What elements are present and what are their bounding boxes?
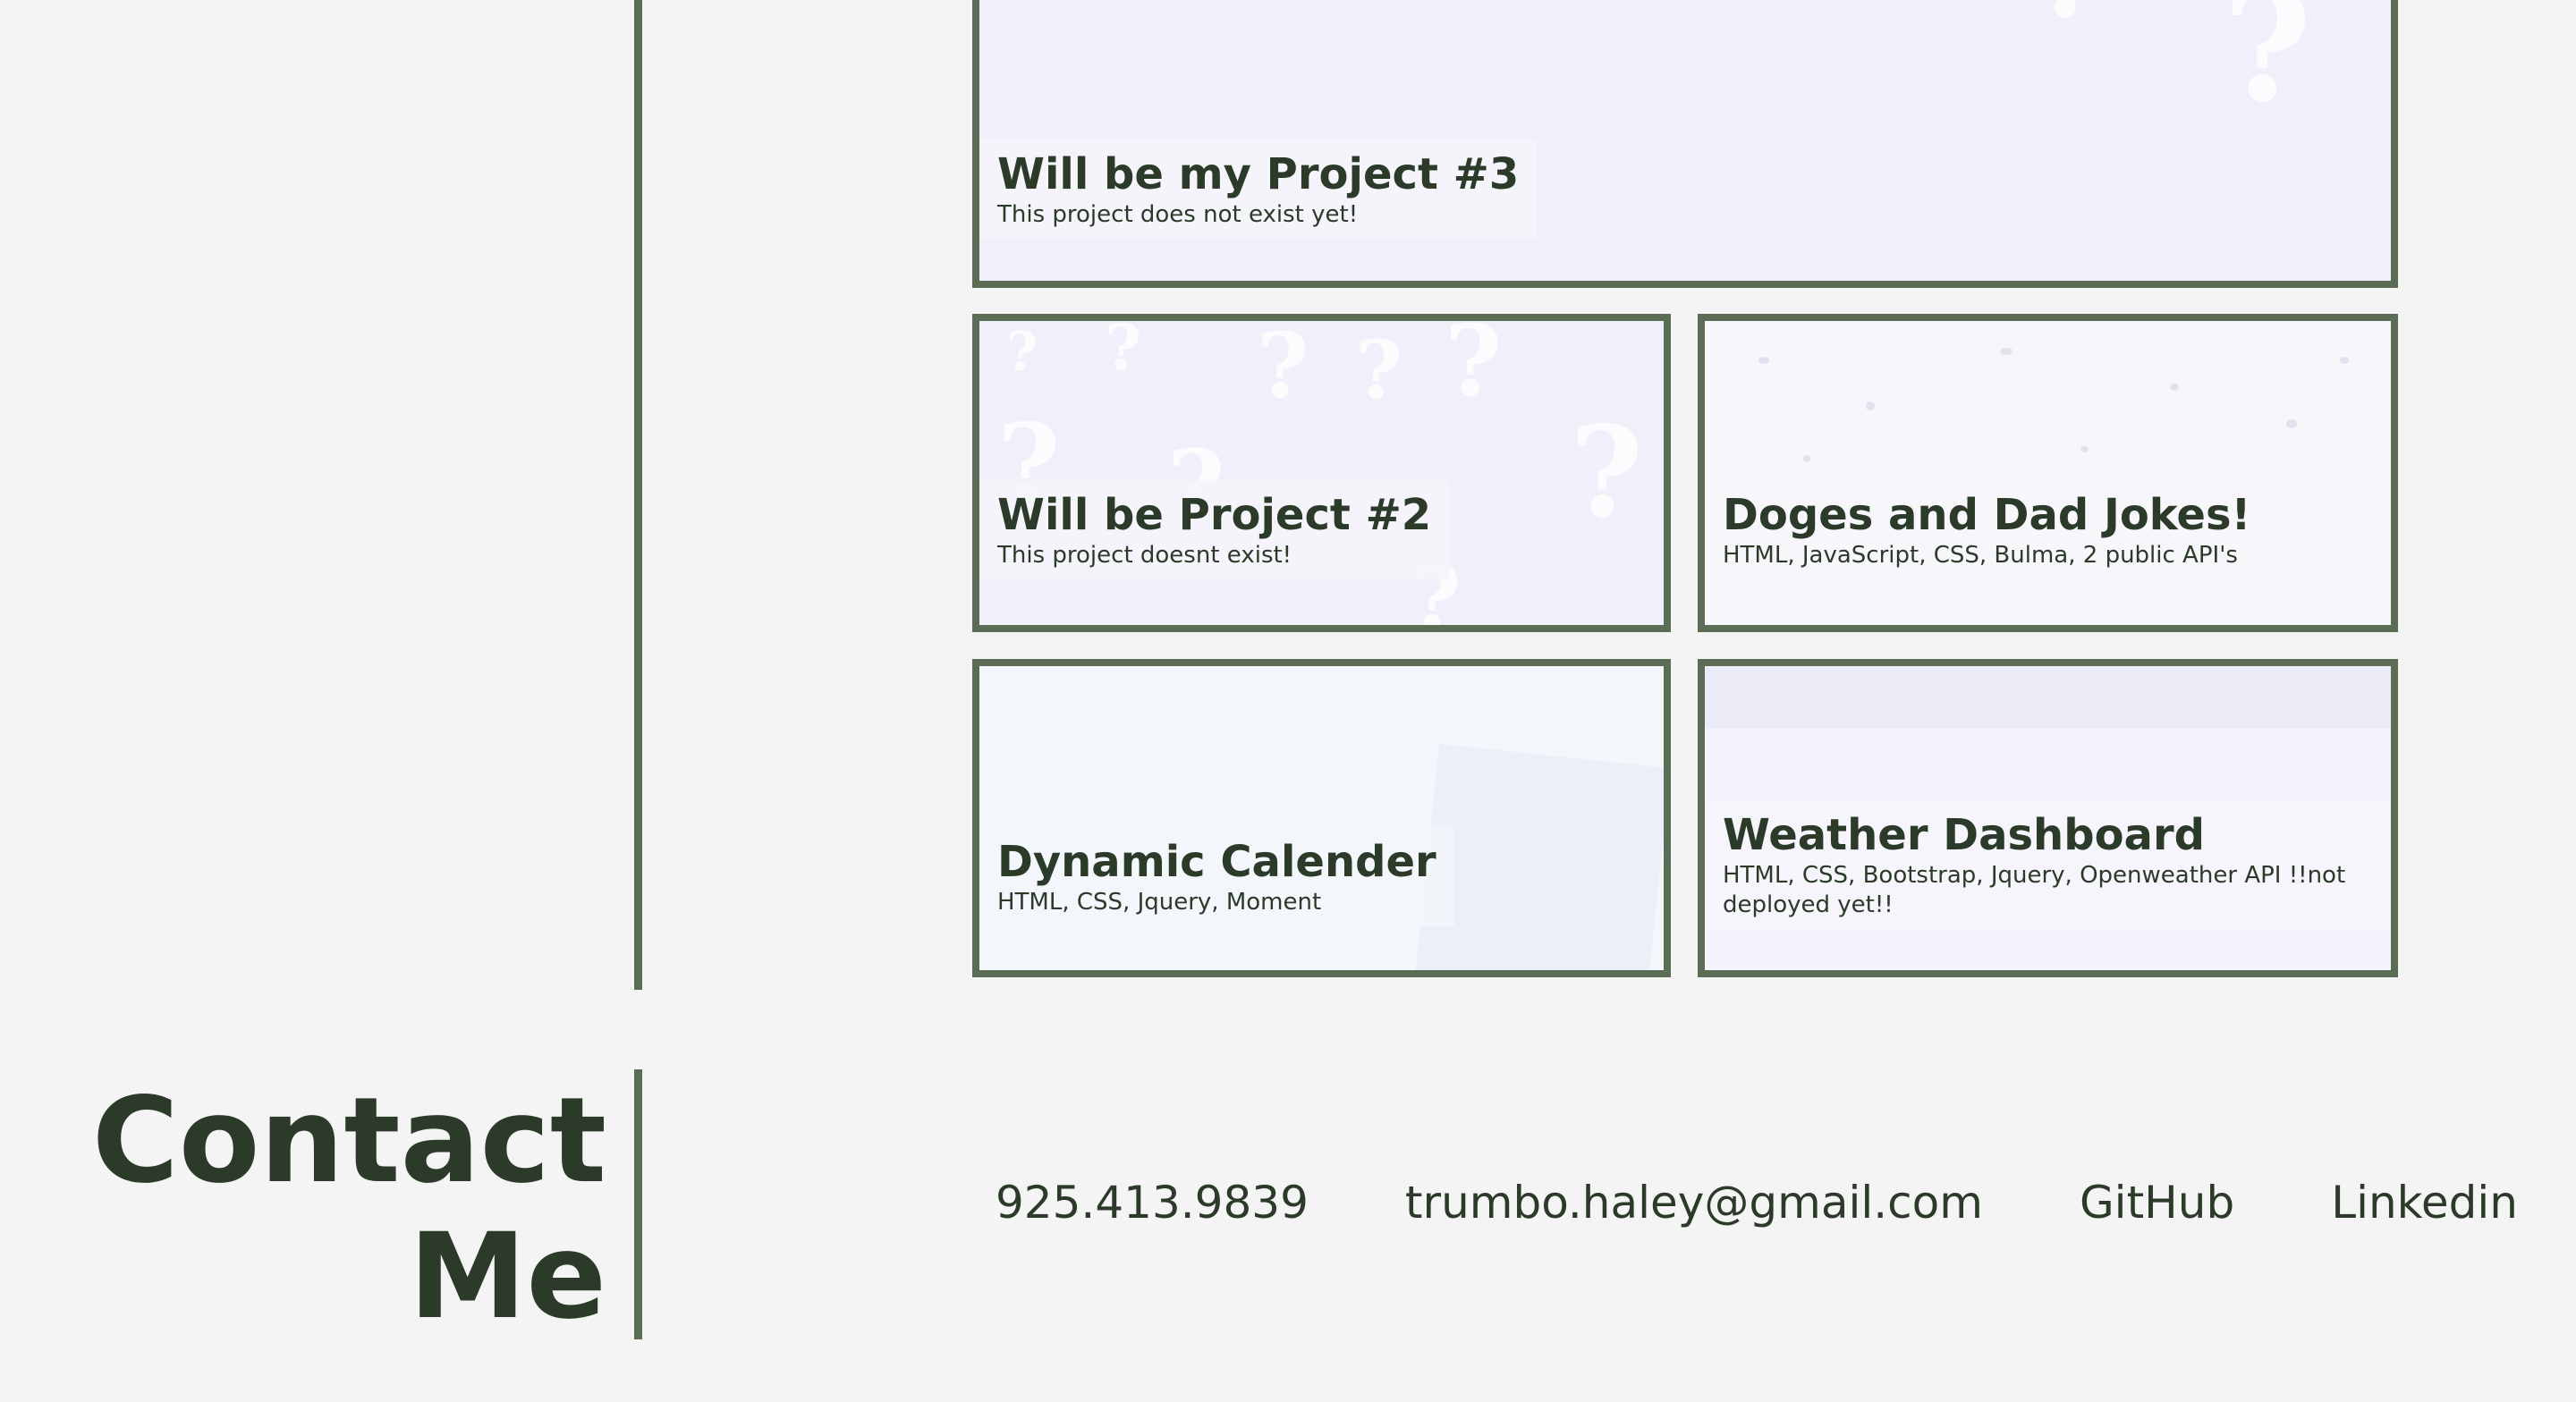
project-description: HTML, JavaScript, CSS, Bulma, 2 public A… — [1723, 542, 2238, 569]
project-title: Will be Project #2 — [997, 490, 1432, 540]
email-link[interactable]: trumbo.haley@gmail.com — [1405, 1177, 1983, 1229]
project-screenshot-background — [1705, 321, 2391, 625]
project-description: This project does not exist yet! — [997, 201, 1359, 228]
project-description: HTML, CSS, Jquery, Moment — [997, 889, 1322, 916]
phone-link[interactable]: 925.413.9839 — [996, 1177, 1309, 1229]
project-label: Doges and Dad Jokes! HTML, JavaScript, C… — [1705, 480, 2269, 579]
question-mark-pattern-icon: ? ? ? ? ? ? ? ? ? — [997, 321, 1644, 625]
contact-heading-line: Contact — [91, 1072, 606, 1210]
contact-links: 925.413.9839 trumbo.haley@gmail.com GitH… — [996, 1177, 2518, 1229]
project-card-dynamic-calender[interactable]: Dynamic Calender HTML, CSS, Jquery, Mome… — [972, 659, 1671, 977]
project-title: Will be my Project #3 — [997, 149, 1520, 199]
project-title: Doges and Dad Jokes! — [1723, 490, 2251, 540]
project-card-2[interactable]: ? ? ? ? ? ? ? ? ? Will be Project #2 Thi… — [972, 314, 1671, 632]
project-description: This project doesnt exist! — [997, 542, 1292, 569]
project-title: Dynamic Calender — [997, 837, 1436, 887]
project-title: Weather Dashboard — [1723, 810, 2205, 860]
projects-section-divider — [634, 0, 642, 990]
contact-heading-line: Me — [409, 1208, 606, 1346]
contact-section-divider — [634, 1069, 642, 1339]
project-card-weather-dashboard[interactable]: Weather Dashboard HTML, CSS, Bootstrap, … — [1698, 659, 2398, 977]
project-label: Weather Dashboard HTML, CSS, Bootstrap, … — [1705, 800, 2391, 929]
project-label: Dynamic Calender HTML, CSS, Jquery, Mome… — [979, 827, 1454, 926]
contact-heading: Contact Me — [92, 1073, 606, 1345]
linkedin-link[interactable]: Linkedin — [2331, 1177, 2518, 1229]
project-card-doges-dad-jokes[interactable]: Doges and Dad Jokes! HTML, JavaScript, C… — [1698, 314, 2398, 632]
project-label: Will be my Project #3 This project does … — [979, 139, 1538, 239]
portfolio-page: ? ? ? ? ? ? Will be my Project #3 This p… — [0, 0, 2576, 1402]
github-link[interactable]: GitHub — [2080, 1177, 2234, 1229]
project-card-3[interactable]: ? ? ? ? ? ? Will be my Project #3 This p… — [972, 0, 2398, 288]
project-description: HTML, CSS, Bootstrap, Jquery, Openweathe… — [1723, 862, 2346, 918]
project-label: Will be Project #2 This project doesnt e… — [979, 480, 1450, 579]
